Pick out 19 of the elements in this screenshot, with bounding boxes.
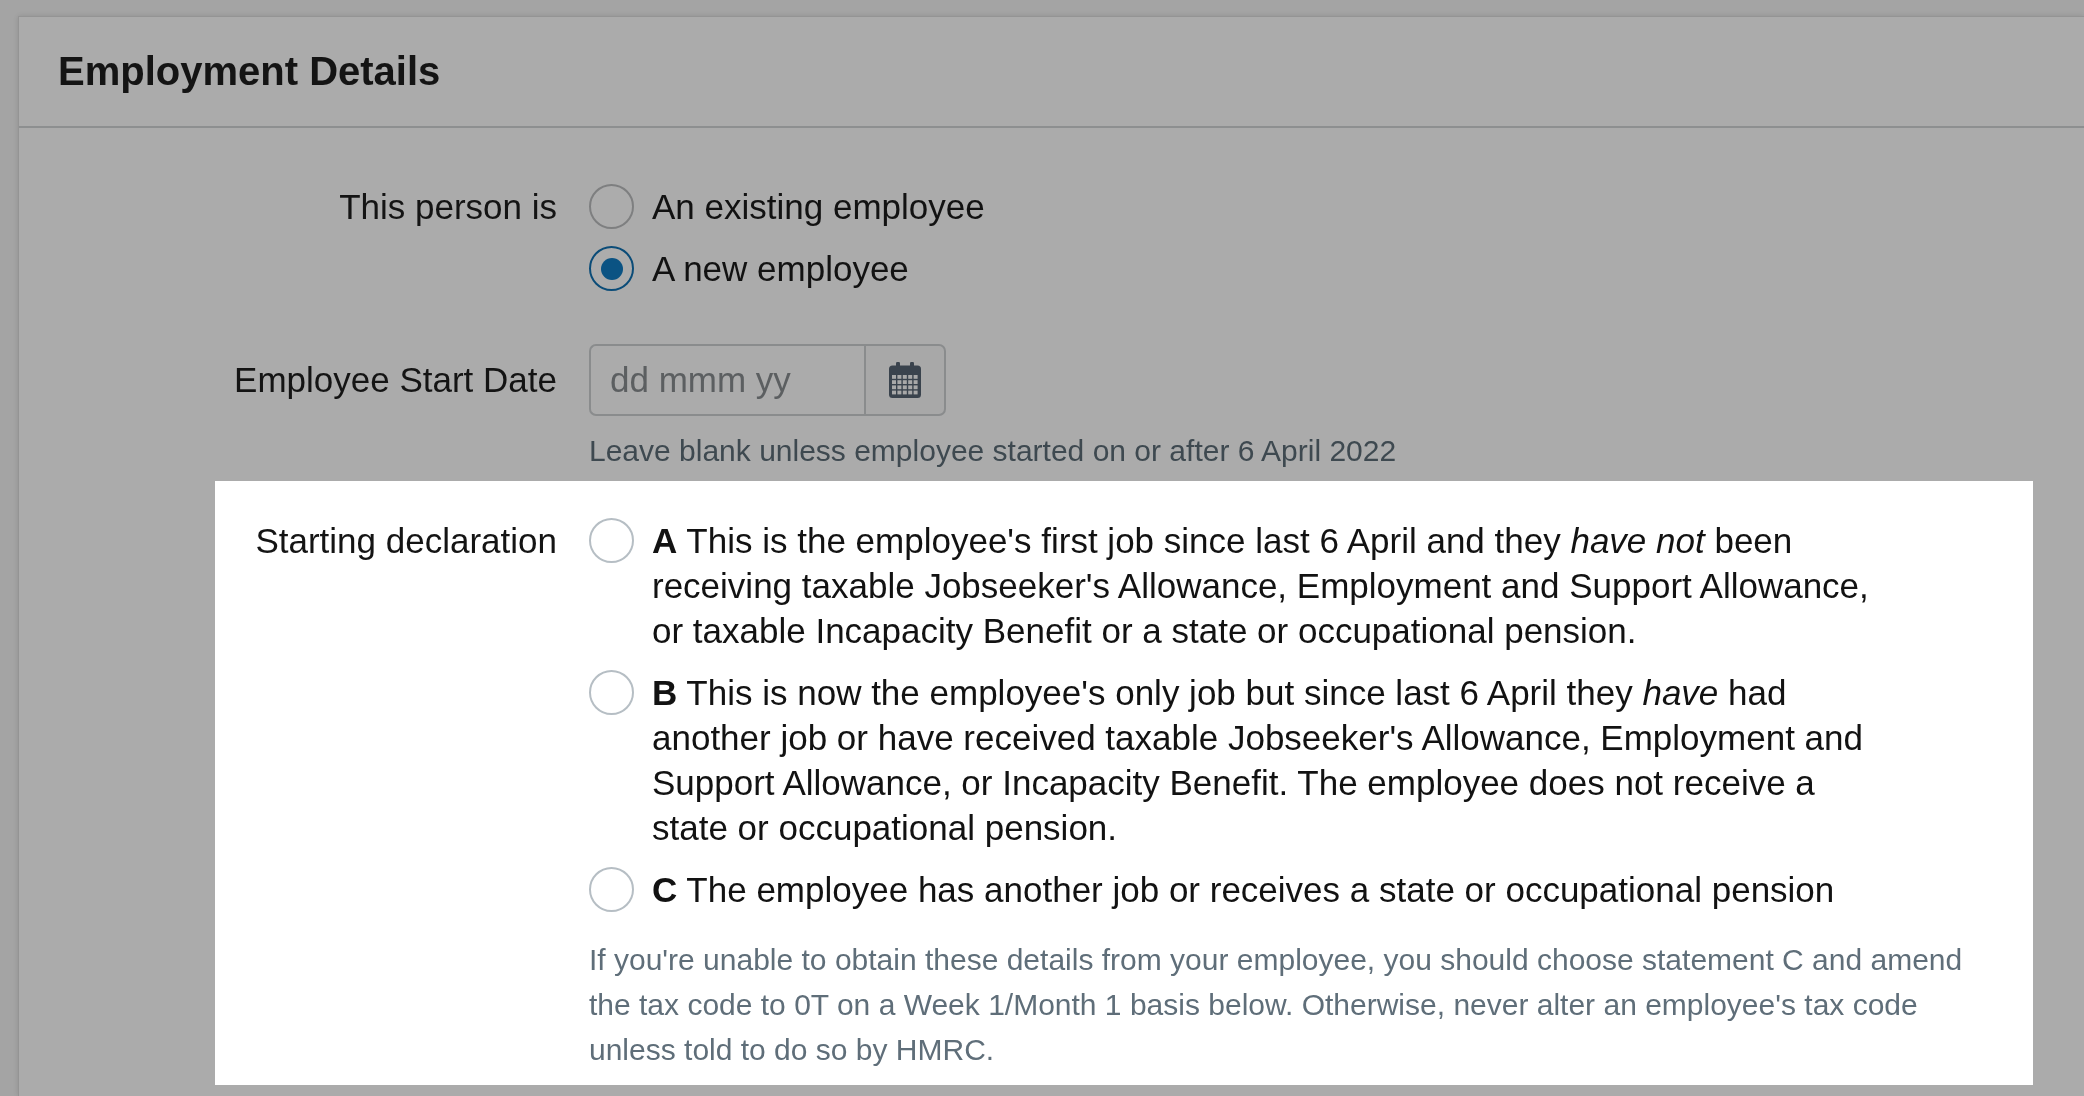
radio-option-label[interactable]: B This is now the employee's only job but since last 6 April they have had another job or have received taxable Jobseeker's Allowance, Employment and Support Allowance, or Incapacity Benefit. The employee does not receive a state or occupational pension.	[652, 670, 1887, 850]
radio-option-label[interactable]: A new employee	[652, 246, 909, 291]
field-label: Employee Start Date	[234, 359, 557, 401]
radio-button[interactable]	[589, 184, 634, 229]
radio-option-label[interactable]: An existing employee	[652, 184, 985, 229]
hint-text: Leave blank unless employee started on or after 6 April 2022	[589, 433, 1397, 469]
radio-button[interactable]	[589, 867, 634, 912]
calendar-icon	[888, 362, 922, 398]
radio-button[interactable]	[589, 246, 634, 291]
radio-button[interactable]	[589, 518, 634, 563]
calendar-button[interactable]	[864, 344, 946, 416]
date-input-field[interactable]: dd mmm yy	[589, 344, 864, 416]
radio-option-label[interactable]: C The employee has another job or receives a state or occupational pension	[652, 867, 1835, 912]
panel-title: Employment Details	[58, 49, 441, 94]
radio-option-label[interactable]: A This is the employee's first job since last 6 April and they have not been receiving taxable Jobseeker's Allowance, Employment and Support Allowance, or taxable Incapacity Benefit or a state or occupational pension.	[652, 518, 1887, 653]
field-label: Starting declaration	[255, 520, 557, 562]
field-label: This person is	[339, 186, 557, 228]
hint-text: If you're unable to obtain these details from your employee, you should choose statement C and amend the tax code to 0T on a Week 1/Month 1 basis below. Otherwise, never alter an employee's tax code unless told to do so by HMRC.	[589, 942, 1964, 1068]
radio-button[interactable]	[589, 670, 634, 715]
